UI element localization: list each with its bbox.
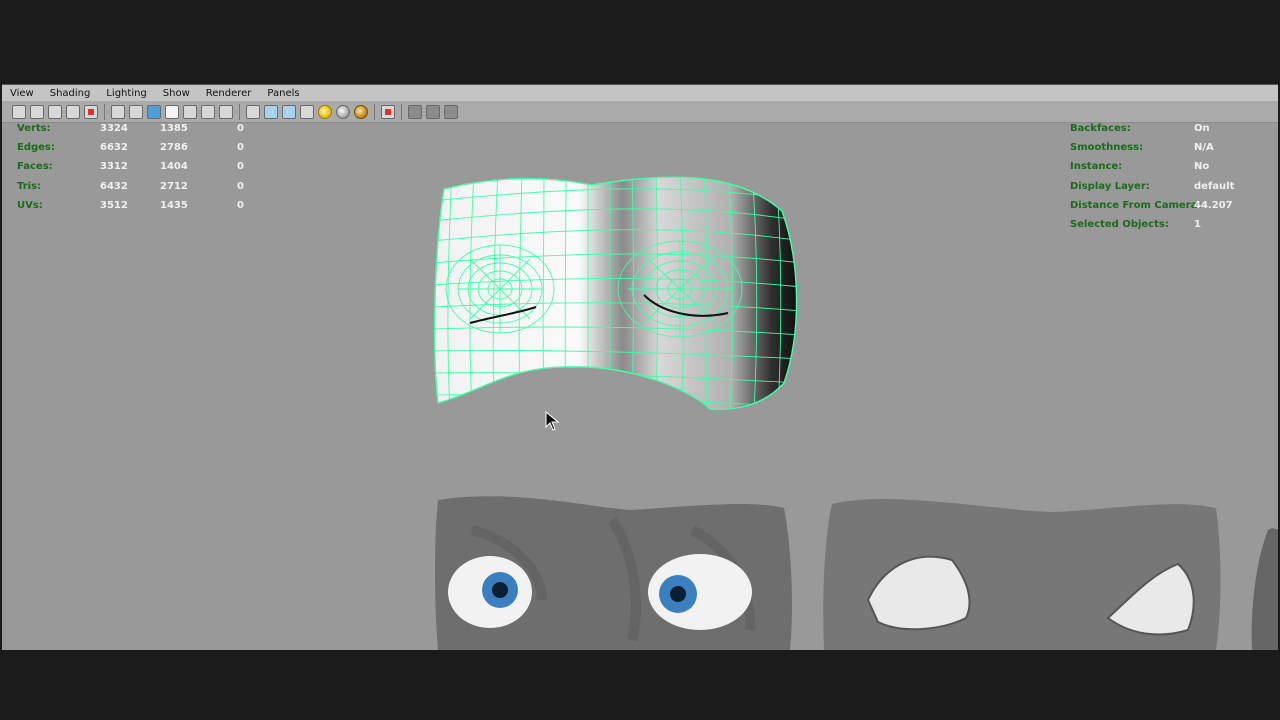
hud-label: Instance:: [1070, 161, 1123, 172]
hud-value: 0: [237, 200, 244, 211]
selected-eye-mesh[interactable]: [432, 171, 802, 411]
isolate-select-icon[interactable]: [246, 104, 260, 119]
toolbar-divider: [374, 103, 375, 120]
hud-value: 3324: [100, 123, 128, 134]
select-camera-icon[interactable]: [12, 104, 26, 119]
hud-value: 0: [237, 142, 244, 153]
camera-attributes-icon[interactable]: [30, 104, 44, 119]
hud-value: 2712: [160, 181, 188, 192]
hud-value: 44.207: [1194, 200, 1233, 211]
left-pupil: [492, 582, 508, 598]
smooth-shade-icon[interactable]: [165, 104, 179, 119]
hud-value: 0: [237, 161, 244, 172]
hud-value: On: [1194, 123, 1210, 134]
default-lighting-icon[interactable]: [183, 104, 197, 119]
grid-icon[interactable]: [111, 104, 125, 119]
toolbar-divider: [401, 103, 402, 120]
hud-value: 3312: [100, 161, 128, 172]
resolution-gate-icon[interactable]: [129, 104, 143, 119]
hud-label: UVs:: [17, 200, 43, 211]
film-gate-icon[interactable]: [84, 104, 98, 119]
textured-icon[interactable]: [201, 104, 215, 119]
use-default-material-icon[interactable]: [354, 104, 368, 119]
hud-value: 0: [237, 181, 244, 192]
hud-value: 3512: [100, 200, 128, 211]
motion-blur-icon[interactable]: [408, 104, 422, 119]
hud-label: Display Layer:: [1070, 181, 1150, 192]
multisample-icon[interactable]: [426, 104, 440, 119]
toolbar-divider: [239, 103, 240, 120]
wireframe-icon[interactable]: [147, 104, 161, 119]
hud-value: default: [1194, 181, 1235, 192]
menu-shading[interactable]: Shading: [50, 88, 91, 99]
hud-label: Faces:: [17, 161, 53, 172]
hud-value: 2786: [160, 142, 188, 153]
menu-show[interactable]: Show: [163, 88, 190, 99]
shadows-icon[interactable]: [318, 104, 332, 119]
hud-label: Smoothness:: [1070, 142, 1144, 153]
hud-label: Edges:: [17, 142, 55, 153]
hud-value: 6432: [100, 181, 128, 192]
reference-models: [435, 496, 1278, 650]
hud-label: Distance From Camera:: [1070, 200, 1202, 211]
partial-model-edge: [1251, 528, 1278, 650]
hud-value: 0: [237, 123, 244, 134]
image-plane-icon[interactable]: [66, 104, 80, 119]
panel-menubar: View Shading Lighting Show Renderer Pane…: [2, 85, 1278, 101]
wireframe-on-shaded-icon[interactable]: [264, 104, 278, 119]
menu-renderer[interactable]: Renderer: [206, 88, 252, 99]
panel-toolbar: [2, 101, 1278, 123]
menu-view[interactable]: View: [10, 88, 34, 99]
xray-joints-icon[interactable]: [282, 104, 296, 119]
hud-value: No: [1194, 161, 1210, 172]
hud-label: Backfaces:: [1070, 123, 1131, 134]
hud-value: 1404: [160, 161, 188, 172]
menu-panels[interactable]: Panels: [267, 88, 299, 99]
hud-label: Tris:: [17, 181, 42, 192]
right-pupil: [670, 586, 686, 602]
toolbar-divider: [104, 103, 105, 120]
hud-value: 1435: [160, 200, 188, 211]
hud-value: 6632: [100, 142, 128, 153]
hud-value: N/A: [1194, 142, 1214, 153]
mouse-cursor-icon: [545, 411, 559, 431]
menu-lighting[interactable]: Lighting: [106, 88, 146, 99]
hud-label: Verts:: [17, 123, 51, 134]
hud-value: 1385: [160, 123, 188, 134]
bookmark-icon[interactable]: [48, 104, 62, 119]
graph-icon[interactable]: [444, 104, 458, 119]
hud-value: 1: [1194, 219, 1201, 230]
high-quality-icon[interactable]: [336, 104, 350, 119]
hud-label: Selected Objects:: [1070, 219, 1169, 230]
xray-icon[interactable]: [219, 104, 233, 119]
viewport-panel[interactable]: View Shading Lighting Show Renderer Pane…: [2, 84, 1278, 650]
all-lights-icon[interactable]: [300, 104, 314, 119]
screen-space-ao-icon[interactable]: [381, 104, 395, 119]
